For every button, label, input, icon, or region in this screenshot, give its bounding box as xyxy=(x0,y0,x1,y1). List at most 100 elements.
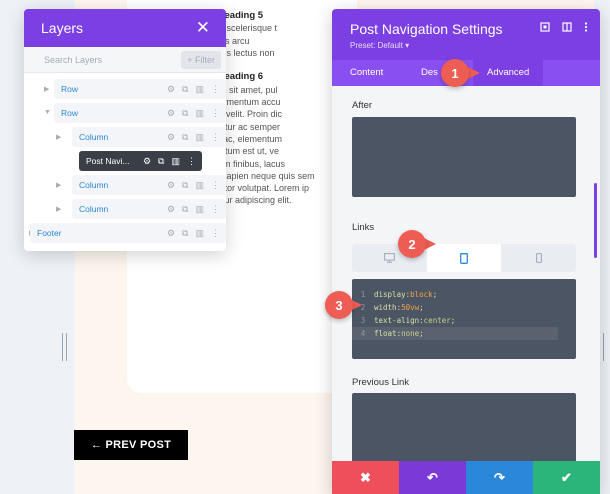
trash-icon[interactable]: ▥ xyxy=(195,84,204,95)
callout-badge-2: 2 xyxy=(398,230,426,258)
close-icon[interactable]: ✕ xyxy=(196,18,210,38)
css-value: none xyxy=(401,329,420,338)
more-icon[interactable]: ⋮ xyxy=(211,132,220,143)
phone-view-button[interactable] xyxy=(501,244,576,272)
layer-label: Post Navi... xyxy=(86,156,130,166)
layers-header: Layers ✕ xyxy=(24,9,226,47)
code-line[interactable]: 3 text-align: center; xyxy=(352,314,576,327)
more-icon[interactable]: ⋮ xyxy=(211,228,220,239)
desktop-icon xyxy=(383,253,395,263)
trash-icon[interactable]: ▥ xyxy=(195,180,204,191)
after-css-field[interactable] xyxy=(352,117,576,197)
trash-icon[interactable]: ▥ xyxy=(195,204,204,215)
expand-arrow-icon[interactable]: ▶ xyxy=(56,133,61,141)
layer-label: Row xyxy=(61,108,79,118)
layer-label: Footer xyxy=(37,228,62,238)
settings-panel: Post Navigation Settings Preset: Default… xyxy=(332,9,600,494)
gear-icon[interactable]: ⚙ xyxy=(167,228,175,239)
layers-panel: Layers ✕ Search Layers + Filter ▶ Row ⚙ ⧉ ▥ ⋮… xyxy=(24,9,226,251)
line-number: 4 xyxy=(360,329,366,338)
trash-icon[interactable]: ▥ xyxy=(195,132,204,143)
css-property: width xyxy=(374,303,397,312)
redo-button[interactable]: ↷ xyxy=(466,461,533,494)
css-property: display xyxy=(374,290,406,299)
duplicate-icon[interactable]: ⧉ xyxy=(182,108,188,119)
layer-row[interactable]: Row ⚙ ⧉ ▥ ⋮ xyxy=(54,103,226,123)
layer-row[interactable]: Row ⚙ ⧉ ▥ ⋮ xyxy=(54,79,226,99)
previous-link-css-field[interactable] xyxy=(352,393,576,468)
prev-post-button[interactable]: ← PREV POST xyxy=(74,430,188,460)
layer-row[interactable]: Post Navi... ⚙ ⧉ ▥ ⋮ xyxy=(79,151,202,171)
split-view-icon[interactable] xyxy=(562,22,572,35)
gear-icon[interactable]: ⚙ xyxy=(167,180,175,191)
more-icon[interactable]: ⋮ xyxy=(211,204,220,215)
layer-label: Column xyxy=(79,204,109,214)
preset-selector[interactable]: Preset: Default ▾ xyxy=(350,41,409,50)
undo-button[interactable]: ↶ xyxy=(399,461,466,494)
settings-footer: ✖ ↶ ↷ ✔ xyxy=(332,461,600,494)
layer-label: Row xyxy=(61,84,79,94)
layer-label: Column xyxy=(79,132,109,142)
gear-icon[interactable]: ⚙ xyxy=(167,204,175,215)
trash-icon[interactable]: ▥ xyxy=(195,108,204,119)
expand-arrow-icon[interactable]: ▶ xyxy=(44,85,49,93)
gear-icon[interactable]: ⚙ xyxy=(167,108,175,119)
layer-row[interactable]: Column ⚙ ⧉ ▥ ⋮ xyxy=(72,199,226,219)
trash-icon[interactable]: ▥ xyxy=(171,156,180,167)
layer-row[interactable]: Footer ⚙ ⧉ ▥ ⋮ xyxy=(30,223,226,243)
save-button[interactable]: ✔ xyxy=(533,461,600,494)
duplicate-icon[interactable]: ⧉ xyxy=(182,180,188,191)
more-icon[interactable]: ⋮ xyxy=(187,156,196,167)
duplicate-icon[interactable]: ⧉ xyxy=(182,84,188,95)
more-icon[interactable]: ⋮ xyxy=(211,180,220,191)
layer-row[interactable]: Column ⚙ ⧉ ▥ ⋮ xyxy=(72,175,226,195)
device-switcher xyxy=(352,244,576,272)
search-layers-input[interactable]: Search Layers xyxy=(44,55,102,65)
line-number: 3 xyxy=(360,316,366,325)
discard-button[interactable]: ✖ xyxy=(332,461,399,494)
more-icon[interactable]: ⋮ xyxy=(211,84,220,95)
settings-title: Post Navigation Settings xyxy=(350,21,503,37)
settings-body: After Links 1 display: block; 2 width: 50vw;… xyxy=(332,86,600,468)
css-property: text-align xyxy=(374,316,420,325)
code-line[interactable]: 2 width: 50vw; xyxy=(352,301,576,314)
links-css-editor[interactable]: 1 display: block; 2 width: 50vw; 3 text-align:… xyxy=(352,279,576,359)
tablet-icon xyxy=(460,252,468,264)
duplicate-icon[interactable]: ⧉ xyxy=(182,228,188,239)
layers-title: Layers xyxy=(41,20,84,36)
gear-icon[interactable]: ⚙ xyxy=(143,156,151,167)
layer-label: Column xyxy=(79,180,109,190)
more-options-icon[interactable] xyxy=(584,22,588,35)
phone-icon xyxy=(535,253,542,263)
more-icon[interactable]: ⋮ xyxy=(211,108,220,119)
left-resize-handle[interactable] xyxy=(62,333,67,361)
css-property: float xyxy=(374,329,397,338)
tab-design[interactable]: Des xyxy=(421,60,438,86)
expand-icon[interactable] xyxy=(540,22,550,35)
settings-header: Post Navigation Settings Preset: Default… xyxy=(332,9,600,60)
css-value: block xyxy=(410,290,433,299)
tab-advanced[interactable]: Advanced xyxy=(473,60,544,86)
links-label: Links xyxy=(352,222,375,233)
settings-scrollbar[interactable] xyxy=(594,183,597,258)
filter-button[interactable]: + Filter xyxy=(181,50,221,69)
gear-icon[interactable]: ⚙ xyxy=(167,84,175,95)
expand-arrow-open-icon[interactable]: ▼ xyxy=(44,109,51,116)
expand-arrow-icon[interactable]: ▶ xyxy=(56,205,61,213)
code-line[interactable]: 4 float: none; xyxy=(352,327,558,340)
after-label: After xyxy=(352,100,373,111)
expand-arrow-icon[interactable]: ▶ xyxy=(56,181,61,189)
layer-row[interactable]: Column ⚙ ⧉ ▥ ⋮ xyxy=(72,127,226,147)
code-line[interactable]: 1 display: block; xyxy=(352,288,576,301)
tab-content[interactable]: Content xyxy=(350,60,383,86)
layers-search-bar: Search Layers + Filter xyxy=(24,47,226,73)
trash-icon[interactable]: ▥ xyxy=(195,228,204,239)
css-value: 50vw xyxy=(401,303,420,312)
callout-badge-3: 3 xyxy=(325,291,353,319)
duplicate-icon[interactable]: ⧉ xyxy=(182,204,188,215)
duplicate-icon[interactable]: ⧉ xyxy=(158,156,164,167)
duplicate-icon[interactable]: ⧉ xyxy=(182,132,188,143)
css-value: center xyxy=(423,316,451,325)
gear-icon[interactable]: ⚙ xyxy=(167,132,175,143)
tablet-view-button[interactable] xyxy=(426,244,502,272)
